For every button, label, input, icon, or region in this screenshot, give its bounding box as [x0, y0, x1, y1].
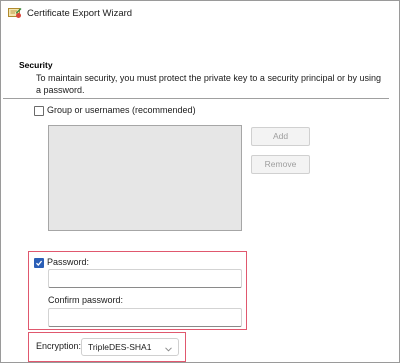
encryption-select[interactable]: TripleDES-SHA1 [81, 338, 179, 356]
remove-button[interactable]: Remove [251, 155, 310, 174]
section-description: To maintain security, you must protect t… [36, 73, 381, 95]
confirm-password-field[interactable] [48, 308, 242, 327]
window-title: Certificate Export Wizard [27, 8, 133, 19]
add-button[interactable]: Add [251, 127, 310, 146]
chevron-down-icon [165, 344, 172, 354]
title-bar: Certificate Export Wizard [1, 1, 399, 25]
principals-listbox[interactable] [48, 125, 242, 231]
wizard-window: Certificate Export Wizard Security To ma… [0, 0, 400, 363]
header-divider [3, 98, 389, 99]
password-label: Password: [47, 257, 90, 267]
group-usernames-checkbox[interactable] [34, 106, 44, 116]
password-field[interactable] [48, 269, 242, 288]
password-checkbox[interactable] [34, 258, 44, 268]
encryption-label: Encryption: [36, 341, 82, 351]
section-heading: Security [19, 60, 53, 70]
certificate-wizard-icon [8, 7, 22, 19]
group-usernames-label: Group or usernames (recommended) [47, 105, 196, 115]
checkmark-icon [36, 260, 43, 266]
encryption-selected-value: TripleDES-SHA1 [88, 342, 152, 352]
confirm-password-label: Confirm password: [48, 295, 124, 305]
